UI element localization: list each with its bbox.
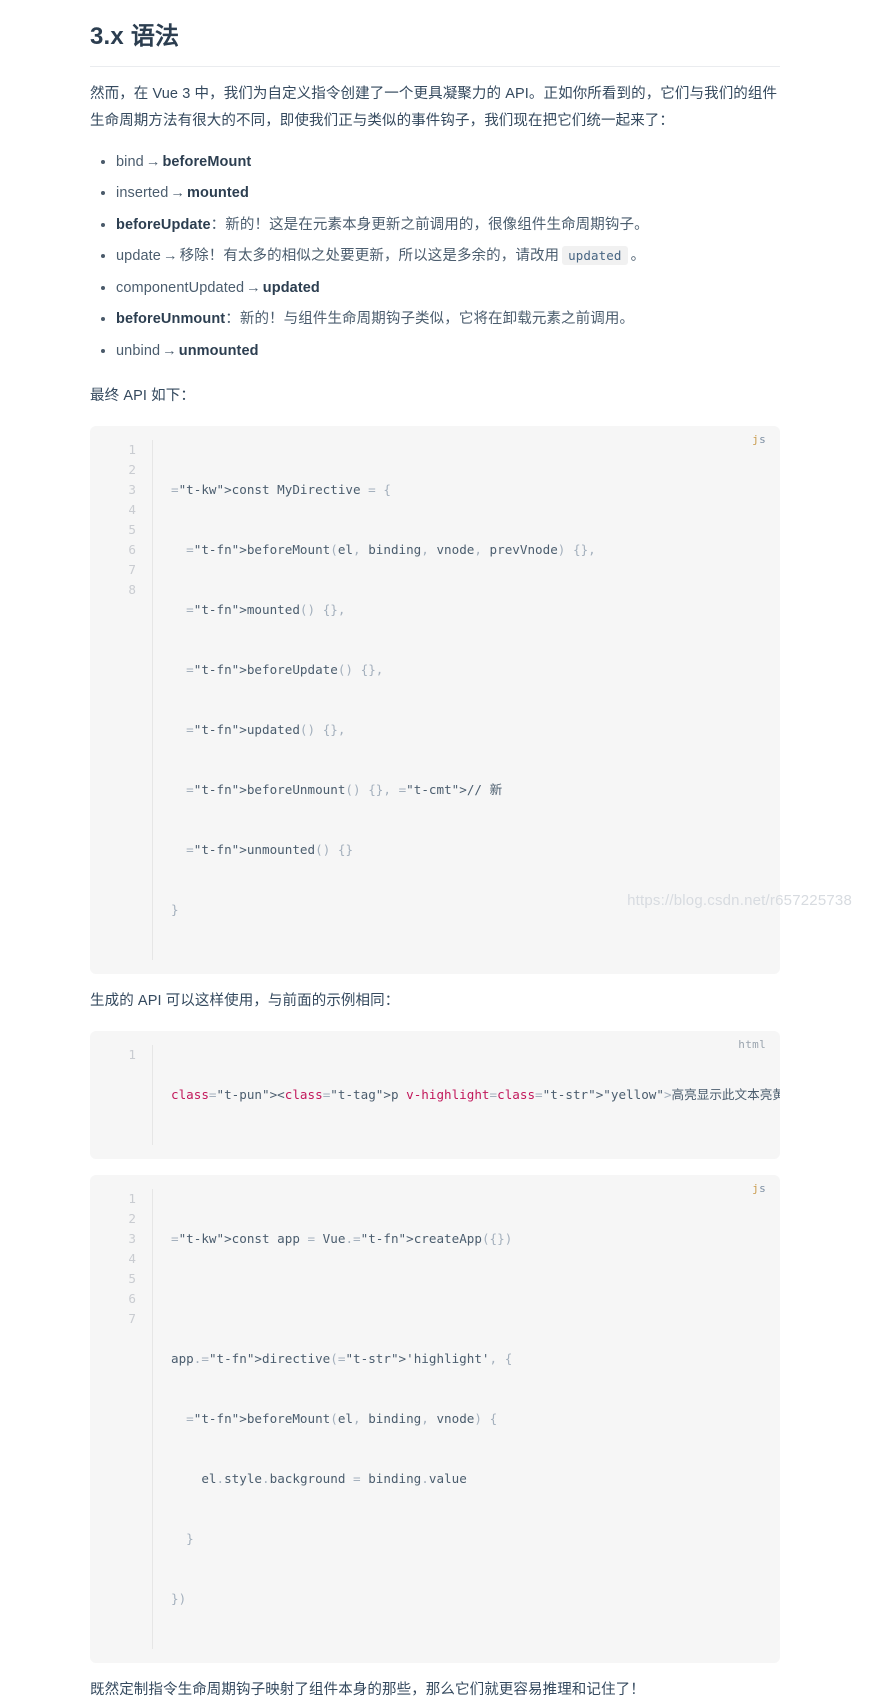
- code-line: ="t-fn">beforeMount(el, binding, vnode, …: [186, 541, 596, 557]
- code-block-js-app[interactable]: js 1 2 3 4 5 6 7 ="t-kw">const app = Vue…: [90, 1174, 780, 1663]
- code-lines[interactable]: ="t-kw">const app = Vue.="t-fn">createAp…: [153, 1189, 780, 1649]
- list-item: beforeUpdate：新的！这是在元素本身更新之前调用的，很像组件生命周期钩…: [101, 210, 780, 241]
- list-item-description: ：新的！这是在元素本身更新之前调用的，很像组件生命周期钩子。: [210, 216, 649, 233]
- code-line: ="t-fn">mounted() {},: [186, 601, 346, 617]
- list-item-old-hook: unbind: [116, 342, 161, 359]
- code-block-html-usage[interactable]: html 1 class="t-pun"><class="t-tag">p v-…: [90, 1030, 780, 1159]
- inline-code-updated: updated: [562, 246, 628, 266]
- line-number: 1: [128, 441, 136, 457]
- code-lines[interactable]: class="t-pun"><class="t-tag">p v-highlig…: [153, 1045, 780, 1145]
- arrow-icon: →: [170, 185, 185, 202]
- arrow-icon: →: [162, 248, 178, 265]
- list-item: unbind → unmounted: [101, 336, 780, 367]
- code-line: ="t-kw">const MyDirective = {: [171, 481, 391, 497]
- line-number: 7: [128, 1310, 136, 1326]
- intro-paragraph: 然而，在 Vue 3 中，我们为自定义指令创建了一个更具凝聚力的 API。正如你…: [90, 86, 778, 129]
- article-page: 3.x 语法 然而，在 Vue 3 中，我们为自定义指令创建了一个更具凝聚力的 …: [0, 0, 872, 1698]
- list-item-description: ：新的！与组件生命周期钩子类似，它将在卸载元素之前调用。: [225, 311, 635, 328]
- article-content: 3.x 语法 然而，在 Vue 3 中，我们为自定义指令创建了一个更具凝聚力的 …: [90, 0, 780, 1703]
- line-number: 5: [128, 1270, 136, 1286]
- arrow-icon: →: [145, 153, 161, 170]
- list-item-new-hook: updated: [262, 279, 320, 296]
- line-number: 2: [128, 461, 136, 477]
- line-number: 2: [128, 1210, 136, 1226]
- line-number: 3: [128, 1230, 136, 1246]
- code-line: ="t-fn">beforeMount(el, binding, vnode) …: [186, 1410, 498, 1426]
- code-line: ="t-fn">unmounted() {}: [186, 841, 354, 857]
- code-body: 1 class="t-pun"><class="t-tag">p v-highl…: [90, 1044, 780, 1145]
- list-item-old-hook: inserted: [116, 185, 169, 202]
- code-language-label: html: [738, 1037, 766, 1051]
- line-number: 8: [128, 581, 136, 597]
- arrow-icon: →: [246, 279, 261, 296]
- list-item: beforeUnmount：新的！与组件生命周期钩子类似，它将在卸载元素之前调用…: [101, 304, 780, 335]
- list-item-new-hook: unmounted: [178, 342, 259, 359]
- list-item-old-hook: componentUpdated: [116, 279, 245, 296]
- line-number: 1: [128, 1046, 136, 1062]
- code-line: class="t-pun"><class="t-tag">p v-highlig…: [171, 1086, 780, 1102]
- code-line: }): [171, 1590, 187, 1606]
- code-body: 1 2 3 4 5 6 7 ="t-kw">const app = Vue.="…: [90, 1188, 780, 1649]
- list-item-new-hook: beforeUnmount: [116, 311, 226, 328]
- code-line: ="t-fn">beforeUnmount() {}, ="t-cmt">// …: [186, 781, 503, 797]
- list-item-old-hook: bind: [116, 153, 144, 170]
- conclusion-paragraph: 既然定制指令生命周期钩子映射了组件本身的那些，那么它们就更容易推理和记住了！: [90, 1681, 645, 1698]
- code-body: 1 2 3 4 5 6 7 8 ="t-kw">const MyDirectiv…: [90, 439, 780, 960]
- list-item: inserted → mounted: [101, 178, 780, 209]
- code-line: el.style.background = binding.value: [171, 1470, 467, 1486]
- list-item: componentUpdated → updated: [101, 273, 780, 304]
- line-number: 1: [128, 1190, 136, 1206]
- list-item-new-hook: beforeUpdate: [116, 216, 211, 233]
- list-item: update → 移除！有太多的相似之处要更新，所以这是多余的，请改用 updated…: [101, 241, 780, 272]
- list-item: bind → beforeMount: [101, 147, 780, 178]
- generated-api-paragraph: 生成的 API 可以这样使用，与前面的示例相同：: [90, 992, 400, 1009]
- code-line: ="t-kw">const app = Vue.="t-fn">createAp…: [171, 1230, 513, 1246]
- list-item-description: 移除！有太多的相似之处要更新，所以这是多余的，请改用: [179, 248, 560, 265]
- code-line: ="t-fn">updated() {},: [186, 721, 346, 737]
- final-api-paragraph: 最终 API 如下：: [90, 388, 195, 405]
- page-title: 3.x 语法: [90, 22, 780, 67]
- list-item-new-hook: mounted: [187, 185, 249, 202]
- list-item-tail: 。: [630, 248, 646, 265]
- line-number-gutter: 1 2 3 4 5 6 7: [90, 1188, 153, 1649]
- code-line: }: [186, 1530, 194, 1546]
- line-number: 4: [128, 501, 136, 517]
- csdn-watermark: https://blog.csdn.net/r657225738: [627, 892, 852, 909]
- line-number: 3: [128, 481, 136, 497]
- code-lines[interactable]: ="t-kw">const MyDirective = { ="t-fn">be…: [153, 440, 780, 960]
- line-number-gutter: 1: [90, 1044, 153, 1145]
- line-number: 6: [128, 1290, 136, 1306]
- line-number-gutter: 1 2 3 4 5 6 7 8: [90, 439, 153, 960]
- code-language-label: js: [752, 432, 766, 446]
- code-line: app.="t-fn">directive(="t-str">'highligh…: [171, 1350, 513, 1366]
- code-language-label: js: [752, 1181, 766, 1195]
- arrow-icon: →: [162, 342, 177, 359]
- line-number: 5: [128, 521, 136, 537]
- line-number: 6: [128, 541, 136, 557]
- list-item-new-hook: beforeMount: [162, 153, 252, 170]
- code-line: ="t-fn">beforeUpdate() {},: [186, 661, 384, 677]
- line-number: 4: [128, 1250, 136, 1266]
- line-number: 7: [128, 561, 136, 577]
- hook-mapping-list: bind → beforeMount inserted → mounted before…: [90, 147, 780, 367]
- list-item-old-hook: update: [116, 248, 161, 265]
